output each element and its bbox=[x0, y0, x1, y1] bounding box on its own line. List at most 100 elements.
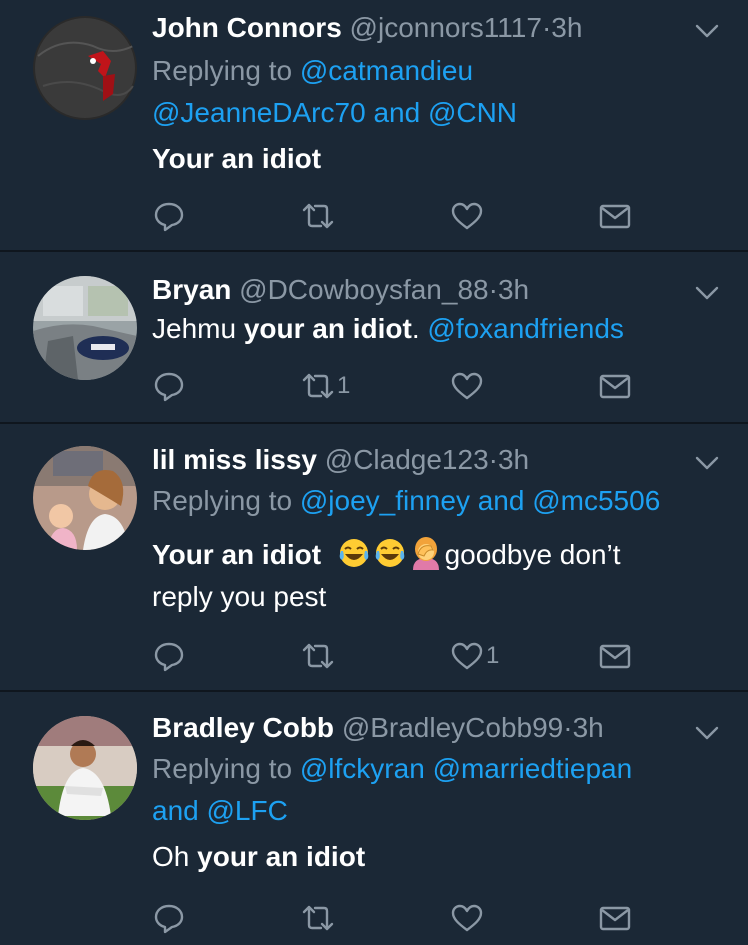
retweet-button[interactable] bbox=[301, 196, 337, 236]
mention-link[interactable]: @lfckyran bbox=[300, 753, 425, 784]
direct-message-button[interactable] bbox=[598, 196, 632, 236]
like-icon bbox=[450, 199, 484, 233]
like-icon bbox=[450, 901, 484, 935]
mention-link[interactable]: @catmandieu bbox=[300, 55, 473, 86]
chevron-down-icon[interactable] bbox=[694, 450, 720, 476]
like-count: 1 bbox=[486, 642, 500, 669]
display-name[interactable]: Bradley Cobb bbox=[152, 712, 334, 743]
tweet-header: John Connors @jconnors1117·3h bbox=[152, 10, 720, 46]
replying-to: Replying to @joey_finney and @mc5506 bbox=[152, 480, 720, 522]
separator-dot: · bbox=[488, 444, 498, 475]
retweet-button[interactable]: 1 bbox=[301, 366, 350, 406]
reply-icon bbox=[152, 199, 186, 233]
like-button[interactable] bbox=[450, 898, 486, 938]
timestamp[interactable]: 3h bbox=[498, 274, 529, 305]
direct-message-button[interactable] bbox=[598, 898, 632, 938]
user-handle[interactable]: @jconnors1117 bbox=[350, 12, 542, 43]
timestamp[interactable]: 3h bbox=[551, 12, 582, 43]
direct-message-icon bbox=[598, 199, 632, 233]
timestamp[interactable]: 3h bbox=[498, 444, 529, 475]
avatar[interactable] bbox=[33, 446, 137, 550]
and-connector: and bbox=[477, 485, 525, 516]
direct-message-icon bbox=[598, 369, 632, 403]
and-connector: and bbox=[373, 97, 421, 128]
avatar[interactable] bbox=[33, 276, 137, 380]
direct-message-icon bbox=[598, 639, 632, 673]
retweet-button[interactable] bbox=[301, 898, 337, 938]
tweet-text-plain: reply you pest bbox=[152, 581, 327, 612]
tweet-text: Oh your an idiot bbox=[152, 836, 720, 878]
mention-link[interactable]: @joey_finney bbox=[300, 485, 470, 516]
tweet-actions: 1 bbox=[152, 636, 672, 676]
separator-dot: · bbox=[563, 712, 573, 743]
tweet[interactable]: lil miss lissy @Cladge123·3h Replying to… bbox=[0, 424, 748, 692]
like-icon bbox=[450, 639, 484, 673]
display-name[interactable]: lil miss lissy bbox=[152, 444, 317, 475]
reply-button[interactable] bbox=[152, 196, 186, 236]
retweet-count: 1 bbox=[337, 372, 351, 399]
tweet-header: Bryan @DCowboysfan_88·3h bbox=[152, 272, 720, 308]
user-handle[interactable]: @Cladge123 bbox=[325, 444, 489, 475]
mention-link[interactable]: @LFC bbox=[207, 795, 288, 826]
replying-to: Replying to @catmandieu @JeanneDArc70 an… bbox=[152, 50, 720, 134]
tweet-header: Bradley Cobb @BradleyCobb99·3h bbox=[152, 710, 720, 746]
tweet-text-bold: Your an idiot bbox=[152, 539, 322, 570]
retweet-icon bbox=[301, 639, 335, 673]
display-name[interactable]: John Connors bbox=[152, 12, 342, 43]
reply-icon bbox=[152, 369, 186, 403]
tweet-text-plain: . bbox=[411, 313, 420, 344]
tweet-text: Your an idiot bbox=[152, 138, 720, 180]
mention-link[interactable]: @CNN bbox=[428, 97, 517, 128]
tweet-text-plain: goodbye don’t bbox=[444, 539, 621, 570]
tweet-body: Bryan @DCowboysfan_88·3h Jehmu your an i… bbox=[152, 272, 720, 350]
chevron-down-icon[interactable] bbox=[694, 720, 720, 746]
display-name[interactable]: Bryan bbox=[152, 274, 231, 305]
reply-button[interactable] bbox=[152, 898, 186, 938]
direct-message-icon bbox=[598, 901, 632, 935]
reply-icon bbox=[152, 639, 186, 673]
separator-dot: · bbox=[541, 12, 552, 43]
timestamp[interactable]: 3h bbox=[573, 712, 604, 743]
mention-link[interactable]: @marriedtiepan bbox=[433, 753, 633, 784]
retweet-button[interactable] bbox=[301, 636, 337, 676]
tweet-text: Jehmu your an idiot. @foxandfriends bbox=[152, 308, 720, 350]
chevron-down-icon[interactable] bbox=[694, 18, 720, 44]
tweet-text-bold: Your an idiot bbox=[152, 143, 322, 174]
replying-to-label: Replying to bbox=[152, 753, 293, 784]
facepalm-emoji bbox=[409, 536, 443, 570]
reply-button[interactable] bbox=[152, 636, 186, 676]
like-button[interactable] bbox=[450, 196, 486, 236]
mention-link[interactable]: @JeanneDArc70 bbox=[152, 97, 366, 128]
like-button[interactable]: 1 bbox=[450, 636, 499, 676]
tears-of-joy-emoji bbox=[337, 536, 371, 570]
direct-message-button[interactable] bbox=[598, 636, 632, 676]
retweet-icon bbox=[301, 199, 335, 233]
mention-link[interactable]: @mc5506 bbox=[532, 485, 660, 516]
replying-to: Replying to @lfckyran @marriedtiepan and… bbox=[152, 748, 720, 832]
retweet-icon bbox=[301, 901, 335, 935]
user-handle[interactable]: @BradleyCobb99 bbox=[342, 712, 563, 743]
tweet-body: John Connors @jconnors1117·3h Replying t… bbox=[152, 10, 720, 180]
mention-link[interactable]: @foxandfriends bbox=[427, 313, 624, 344]
reply-icon bbox=[152, 901, 186, 935]
avatar[interactable] bbox=[33, 716, 137, 820]
and-connector: and bbox=[152, 795, 199, 826]
reply-button[interactable] bbox=[152, 366, 186, 406]
tweet-actions bbox=[152, 196, 672, 236]
direct-message-button[interactable] bbox=[598, 366, 632, 406]
tweet-text-bold: your an idiot bbox=[243, 313, 412, 344]
retweet-icon bbox=[301, 369, 335, 403]
avatar[interactable] bbox=[33, 16, 137, 120]
tweet-text: Your an idiot goodbye don’t reply you pe… bbox=[152, 534, 720, 618]
tweet[interactable]: John Connors @jconnors1117·3h Replying t… bbox=[0, 0, 748, 252]
replying-to-label: Replying to bbox=[152, 55, 293, 86]
like-button[interactable] bbox=[450, 366, 486, 406]
tweet-actions: 1 bbox=[152, 366, 672, 406]
tweet[interactable]: Bradley Cobb @BradleyCobb99·3h Replying … bbox=[0, 692, 748, 945]
tweet-actions bbox=[152, 898, 672, 938]
tweet-text-plain: Oh bbox=[152, 841, 190, 872]
user-handle[interactable]: @DCowboysfan_88 bbox=[239, 274, 488, 305]
tweet[interactable]: Bryan @DCowboysfan_88·3h Jehmu your an i… bbox=[0, 252, 748, 424]
chevron-down-icon[interactable] bbox=[694, 280, 720, 306]
tweet-header: lil miss lissy @Cladge123·3h bbox=[152, 442, 720, 478]
